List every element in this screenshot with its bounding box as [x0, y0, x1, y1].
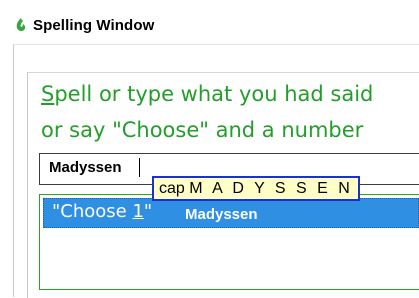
window-title: Spelling Window — [33, 17, 155, 34]
prompt-line-2: or say "Choose" and a number — [41, 118, 364, 142]
prompt-line-1: Spell or type what you had said — [41, 82, 373, 106]
title-bar: Spelling Window — [0, 0, 419, 44]
tooltip-prefix: cap — [159, 180, 185, 197]
list-item-choose-label[interactable]: "Choose 1" — [52, 201, 152, 222]
choose-prefix: "Choose — [52, 201, 133, 222]
spelled-letters-tooltip: cap M A D Y S S E N — [152, 176, 360, 201]
dragon-flame-icon — [16, 18, 26, 32]
choose-suffix: " — [143, 201, 153, 222]
choose-number: 1 — [132, 201, 144, 222]
text-caret — [139, 158, 140, 177]
prompt-access-key: S — [41, 82, 55, 106]
spelling-input-value[interactable]: Madyssen — [49, 159, 122, 176]
tooltip-letters: M A D Y S S E N — [189, 180, 353, 197]
prompt-line-1-text: pell or type what you had said — [54, 82, 374, 106]
list-item-word[interactable]: Madyssen — [185, 206, 258, 223]
